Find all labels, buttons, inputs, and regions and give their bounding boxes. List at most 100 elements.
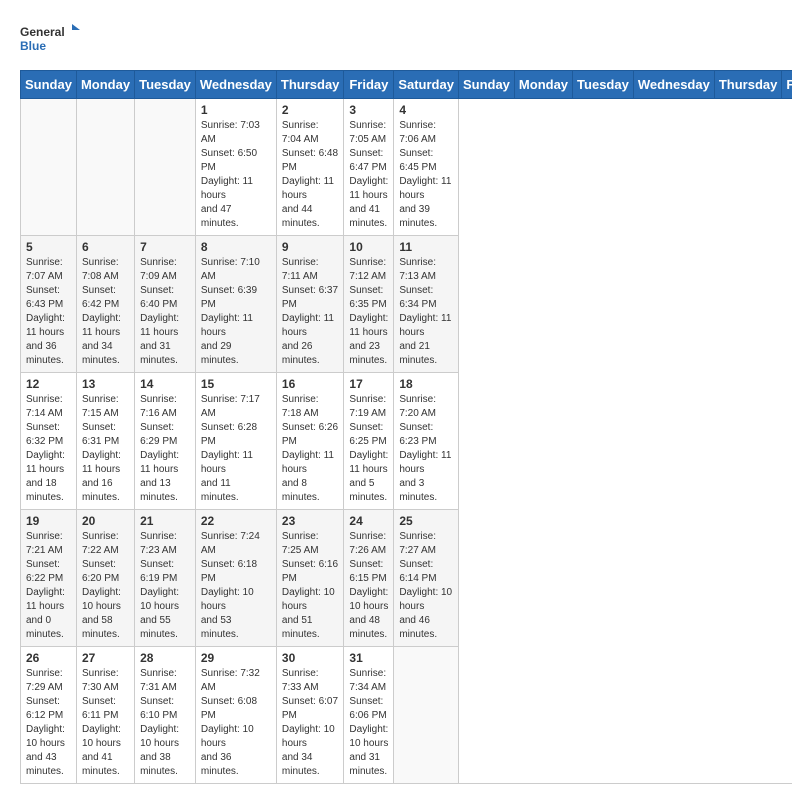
day-number: 26 xyxy=(26,651,71,665)
col-header-thursday: Thursday xyxy=(714,71,782,99)
week-row-5: 26 Sunrise: 7:29 AM Sunset: 6:12 PM Dayli… xyxy=(21,647,792,784)
day-number: 1 xyxy=(201,103,271,117)
day-number: 10 xyxy=(349,240,388,254)
day-cell: 26 Sunrise: 7:29 AM Sunset: 6:12 PM Dayli… xyxy=(21,647,77,784)
day-info: Sunrise: 7:20 AM Sunset: 6:23 PM Dayligh… xyxy=(399,393,453,505)
day-cell: 7 Sunrise: 7:09 AM Sunset: 6:40 PM Daylig… xyxy=(135,236,196,373)
day-info: Sunrise: 7:12 AM Sunset: 6:35 PM Dayligh… xyxy=(349,256,388,368)
day-cell xyxy=(394,647,459,784)
day-info: Sunrise: 7:19 AM Sunset: 6:25 PM Dayligh… xyxy=(349,393,388,505)
calendar-body: 1 Sunrise: 7:03 AM Sunset: 6:50 PM Daylig… xyxy=(21,99,792,784)
day-cell: 15Sunrise: 7:17 AM Sunset: 6:28 PM Dayli… xyxy=(195,373,276,510)
header-cell-sunday: Sunday xyxy=(21,71,77,99)
col-header-wednesday: Wednesday xyxy=(633,71,714,99)
day-number: 17 xyxy=(349,377,388,391)
header-cell-wednesday: Wednesday xyxy=(195,71,276,99)
svg-text:Blue: Blue xyxy=(20,39,46,53)
day-cell: 27 Sunrise: 7:30 AM Sunset: 6:11 PM Dayli… xyxy=(76,647,134,784)
col-header-monday: Monday xyxy=(514,71,572,99)
day-number: 27 xyxy=(82,651,129,665)
day-number: 4 xyxy=(399,103,453,117)
day-cell: 10 Sunrise: 7:12 AM Sunset: 6:35 PM Dayli… xyxy=(344,236,394,373)
day-cell: 17 Sunrise: 7:19 AM Sunset: 6:25 PM Dayli… xyxy=(344,373,394,510)
day-number: 19 xyxy=(26,514,71,528)
day-number: 13 xyxy=(82,377,129,391)
svg-text:General: General xyxy=(20,25,65,39)
day-cell: 28 Sunrise: 7:31 AM Sunset: 6:10 PM Dayli… xyxy=(135,647,196,784)
day-info: Sunrise: 7:33 AM Sunset: 6:07 PM Dayligh… xyxy=(282,667,339,779)
day-number: 30 xyxy=(282,651,339,665)
week-row-2: 5Sunrise: 7:07 AM Sunset: 6:43 PM Daylig… xyxy=(21,236,792,373)
day-number: 11 xyxy=(399,240,453,254)
day-cell: 4 Sunrise: 7:06 AM Sunset: 6:45 PM Daylig… xyxy=(394,99,459,236)
day-cell: 6Sunrise: 7:08 AM Sunset: 6:42 PM Daylig… xyxy=(76,236,134,373)
day-number: 31 xyxy=(349,651,388,665)
day-number: 28 xyxy=(140,651,190,665)
day-cell: 18Sunrise: 7:20 AM Sunset: 6:23 PM Dayli… xyxy=(394,373,459,510)
day-info: Sunrise: 7:08 AM Sunset: 6:42 PM Dayligh… xyxy=(82,256,129,368)
day-cell: 23 Sunrise: 7:25 AM Sunset: 6:16 PM Dayli… xyxy=(276,510,344,647)
day-info: Sunrise: 7:31 AM Sunset: 6:10 PM Dayligh… xyxy=(140,667,190,779)
day-cell: 31 Sunrise: 7:34 AM Sunset: 6:06 PM Dayli… xyxy=(344,647,394,784)
day-cell xyxy=(135,99,196,236)
header-cell-tuesday: Tuesday xyxy=(135,71,196,99)
day-number: 16 xyxy=(282,377,339,391)
day-cell: 24Sunrise: 7:26 AM Sunset: 6:15 PM Dayli… xyxy=(344,510,394,647)
week-row-3: 12 Sunrise: 7:14 AM Sunset: 6:32 PM Dayli… xyxy=(21,373,792,510)
day-info: Sunrise: 7:24 AM Sunset: 6:18 PM Dayligh… xyxy=(201,530,271,642)
day-number: 3 xyxy=(349,103,388,117)
logo: General Blue xyxy=(20,20,80,60)
day-info: Sunrise: 7:10 AM Sunset: 6:39 PM Dayligh… xyxy=(201,256,271,368)
day-cell: 21Sunrise: 7:23 AM Sunset: 6:19 PM Dayli… xyxy=(135,510,196,647)
day-info: Sunrise: 7:25 AM Sunset: 6:16 PM Dayligh… xyxy=(282,530,339,642)
day-number: 29 xyxy=(201,651,271,665)
day-cell xyxy=(21,99,77,236)
header-cell-monday: Monday xyxy=(76,71,134,99)
day-cell: 30 Sunrise: 7:33 AM Sunset: 6:07 PM Dayli… xyxy=(276,647,344,784)
day-info: Sunrise: 7:17 AM Sunset: 6:28 PM Dayligh… xyxy=(201,393,271,505)
day-number: 12 xyxy=(26,377,71,391)
day-info: Sunrise: 7:34 AM Sunset: 6:06 PM Dayligh… xyxy=(349,667,388,779)
day-cell: 9Sunrise: 7:11 AM Sunset: 6:37 PM Daylig… xyxy=(276,236,344,373)
day-cell: 1 Sunrise: 7:03 AM Sunset: 6:50 PM Daylig… xyxy=(195,99,276,236)
day-number: 9 xyxy=(282,240,339,254)
calendar-header: SundayMondayTuesdayWednesdayThursdayFrid… xyxy=(21,71,792,99)
day-number: 2 xyxy=(282,103,339,117)
day-number: 5 xyxy=(26,240,71,254)
day-cell: 13 Sunrise: 7:15 AM Sunset: 6:31 PM Dayli… xyxy=(76,373,134,510)
day-cell: 16 Sunrise: 7:18 AM Sunset: 6:26 PM Dayli… xyxy=(276,373,344,510)
day-info: Sunrise: 7:21 AM Sunset: 6:22 PM Dayligh… xyxy=(26,530,71,642)
day-info: Sunrise: 7:04 AM Sunset: 6:48 PM Dayligh… xyxy=(282,119,339,231)
day-info: Sunrise: 7:18 AM Sunset: 6:26 PM Dayligh… xyxy=(282,393,339,505)
day-info: Sunrise: 7:27 AM Sunset: 6:14 PM Dayligh… xyxy=(399,530,453,642)
day-number: 14 xyxy=(140,377,190,391)
day-info: Sunrise: 7:13 AM Sunset: 6:34 PM Dayligh… xyxy=(399,256,453,368)
day-cell xyxy=(76,99,134,236)
day-info: Sunrise: 7:09 AM Sunset: 6:40 PM Dayligh… xyxy=(140,256,190,368)
col-header-tuesday: Tuesday xyxy=(573,71,634,99)
day-cell: 8 Sunrise: 7:10 AM Sunset: 6:39 PM Daylig… xyxy=(195,236,276,373)
day-info: Sunrise: 7:06 AM Sunset: 6:45 PM Dayligh… xyxy=(399,119,453,231)
header-row: SundayMondayTuesdayWednesdayThursdayFrid… xyxy=(21,71,792,99)
day-info: Sunrise: 7:29 AM Sunset: 6:12 PM Dayligh… xyxy=(26,667,71,779)
day-number: 25 xyxy=(399,514,453,528)
day-cell: 25 Sunrise: 7:27 AM Sunset: 6:14 PM Dayli… xyxy=(394,510,459,647)
day-number: 7 xyxy=(140,240,190,254)
header-cell-thursday: Thursday xyxy=(276,71,344,99)
day-number: 8 xyxy=(201,240,271,254)
day-number: 23 xyxy=(282,514,339,528)
week-row-4: 19 Sunrise: 7:21 AM Sunset: 6:22 PM Dayli… xyxy=(21,510,792,647)
day-info: Sunrise: 7:15 AM Sunset: 6:31 PM Dayligh… xyxy=(82,393,129,505)
col-header-friday: Friday xyxy=(782,71,792,99)
day-info: Sunrise: 7:32 AM Sunset: 6:08 PM Dayligh… xyxy=(201,667,271,779)
day-cell: 19 Sunrise: 7:21 AM Sunset: 6:22 PM Dayli… xyxy=(21,510,77,647)
day-info: Sunrise: 7:30 AM Sunset: 6:11 PM Dayligh… xyxy=(82,667,129,779)
day-info: Sunrise: 7:14 AM Sunset: 6:32 PM Dayligh… xyxy=(26,393,71,505)
day-info: Sunrise: 7:05 AM Sunset: 6:47 PM Dayligh… xyxy=(349,119,388,231)
day-info: Sunrise: 7:26 AM Sunset: 6:15 PM Dayligh… xyxy=(349,530,388,642)
day-info: Sunrise: 7:03 AM Sunset: 6:50 PM Dayligh… xyxy=(201,119,271,231)
col-header-sunday: Sunday xyxy=(458,71,514,99)
header-cell-friday: Friday xyxy=(344,71,394,99)
header: General Blue xyxy=(20,20,772,60)
day-cell: 3 Sunrise: 7:05 AM Sunset: 6:47 PM Daylig… xyxy=(344,99,394,236)
